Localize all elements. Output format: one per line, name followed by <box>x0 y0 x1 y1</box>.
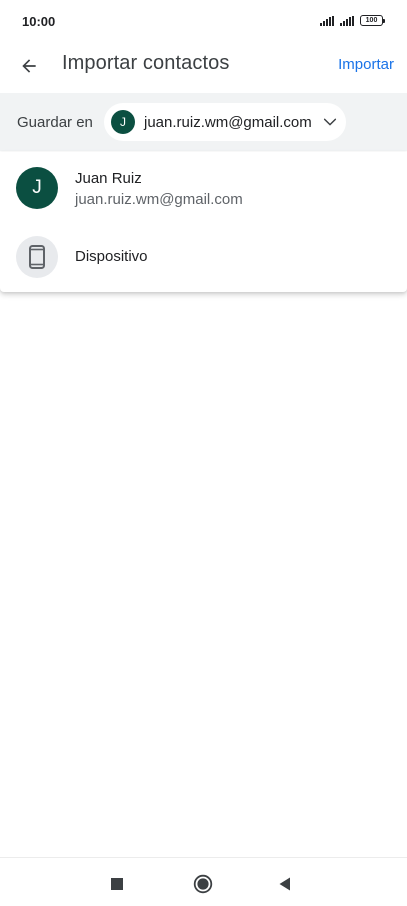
battery-level: 100 <box>365 17 378 24</box>
save-in-row: Guardar en J juan.ruiz.wm@gmail.com <box>0 93 407 151</box>
account-dropdown-menu: J Juan Ruiz juan.ruiz.wm@gmail.com Dispo… <box>0 152 407 292</box>
status-bar: 10:00 100 <box>0 0 407 42</box>
status-icons: 100 <box>320 15 385 26</box>
signal-icon <box>340 15 354 26</box>
menu-item-name: Juan Ruiz <box>75 170 142 187</box>
system-nav-bar <box>0 857 407 906</box>
menu-item-google-account[interactable]: J Juan Ruiz juan.ruiz.wm@gmail.com <box>0 154 407 222</box>
home-icon <box>193 874 213 894</box>
save-in-label: Guardar en <box>17 114 93 131</box>
back-nav-button[interactable] <box>274 873 296 895</box>
recents-button[interactable] <box>106 873 128 895</box>
menu-item-email: juan.ruiz.wm@gmail.com <box>75 191 243 208</box>
import-button[interactable]: Importar <box>338 56 394 73</box>
account-selector-chip[interactable]: J juan.ruiz.wm@gmail.com <box>104 103 346 141</box>
back-button[interactable] <box>13 50 45 82</box>
account-avatar: J <box>111 110 135 134</box>
menu-item-name: Dispositivo <box>75 248 148 265</box>
avatar: J <box>16 167 58 209</box>
page-title: Importar contactos <box>62 52 230 74</box>
back-icon <box>279 877 290 891</box>
status-time: 10:00 <box>22 14 56 29</box>
arrow-back-icon <box>22 59 36 73</box>
recents-icon <box>111 878 123 890</box>
chevron-down-icon <box>322 114 338 130</box>
battery-icon: 100 <box>360 15 385 26</box>
home-button[interactable] <box>192 873 214 895</box>
phone-device-icon <box>16 236 58 278</box>
signal-icon <box>320 15 334 26</box>
app-bar: Importar contactos Importar <box>0 42 407 90</box>
menu-item-device[interactable]: Dispositivo <box>0 222 407 290</box>
account-email: juan.ruiz.wm@gmail.com <box>144 113 312 131</box>
